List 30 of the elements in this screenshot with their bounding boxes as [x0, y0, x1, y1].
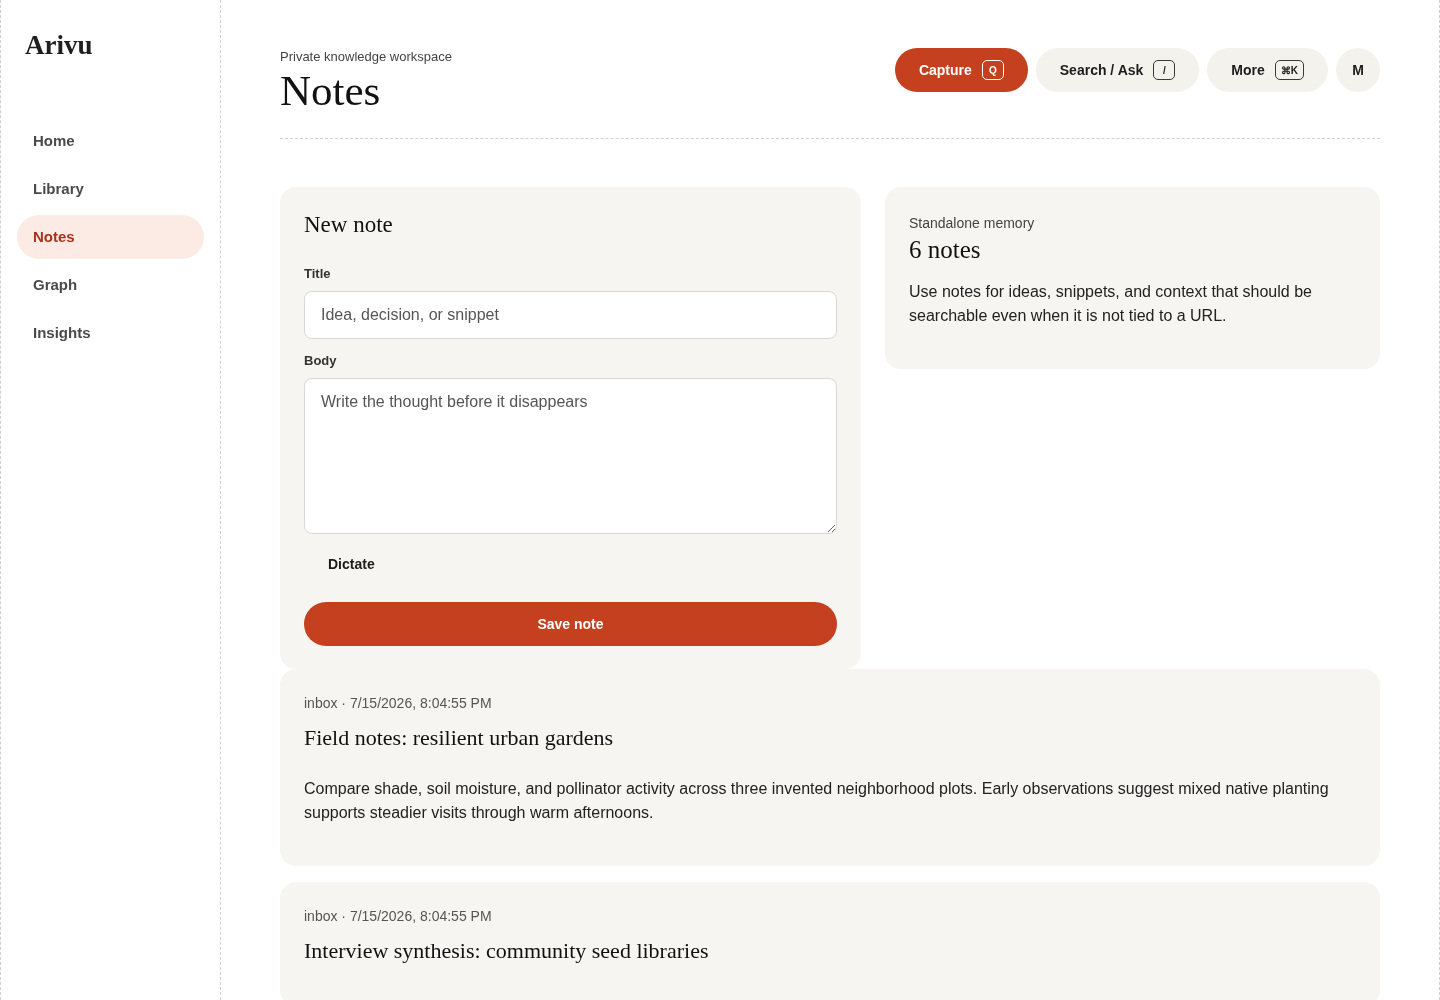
text-input[interactable]: Idea, decision, or snippet [304, 291, 837, 339]
toolbar-button[interactable]: More ⌘K [1207, 48, 1328, 92]
note-title: Field notes: resilient urban gardens [304, 724, 615, 752]
summary-description: Use notes for ideas, snippets, and context that should be searchable even when it is not tied to a URL. [909, 282, 1313, 326]
sidebar-nav-item[interactable]: Home [17, 119, 204, 163]
capture-button[interactable]: Capture Q [894, 48, 1028, 92]
page-eyebrow: Private knowledge workspace [280, 48, 452, 66]
field-label: Body [304, 352, 338, 370]
notes-count: 6 notes [909, 235, 982, 265]
avatar-button[interactable]: M [1336, 48, 1380, 92]
note-title: Interview synthesis: community seed libraries [304, 937, 710, 965]
note-meta: inbox · 7/15/2026, 8:04:55 PM [304, 694, 493, 713]
textarea-field[interactable]: Write the thought before it disappears [304, 378, 837, 534]
save-note-button[interactable]: Save note [304, 602, 837, 646]
sidebar-nav-item[interactable]: Insights [17, 311, 204, 355]
field-label: Title [304, 265, 332, 283]
app-logo: Arivu [24, 29, 94, 62]
sidebar-nav-item[interactable]: Notes [17, 215, 204, 259]
toolbar-button[interactable]: Search / Ask / [1035, 48, 1200, 92]
dictate-button[interactable]: Dictate [304, 542, 399, 586]
keyboard-shortcut: Q [981, 60, 1004, 80]
keyboard-shortcut: / [1153, 60, 1176, 80]
note-body: Compare shade, soil moisture, and pollinator activity across three invented neighborhood plots. Early observations suggest mixed native planting supports steadier visits through warm afternoons. [304, 779, 1330, 823]
sidebar-nav-item[interactable]: Library [17, 167, 204, 211]
note-meta: inbox · 7/15/2026, 8:04:55 PM [304, 907, 493, 926]
sidebar-nav-item[interactable]: Graph [17, 263, 204, 307]
card-heading: New note [304, 211, 394, 239]
page-title: Notes [280, 68, 382, 114]
keyboard-shortcut: ⌘K [1274, 60, 1304, 80]
summary-eyebrow: Standalone memory [909, 214, 1036, 233]
